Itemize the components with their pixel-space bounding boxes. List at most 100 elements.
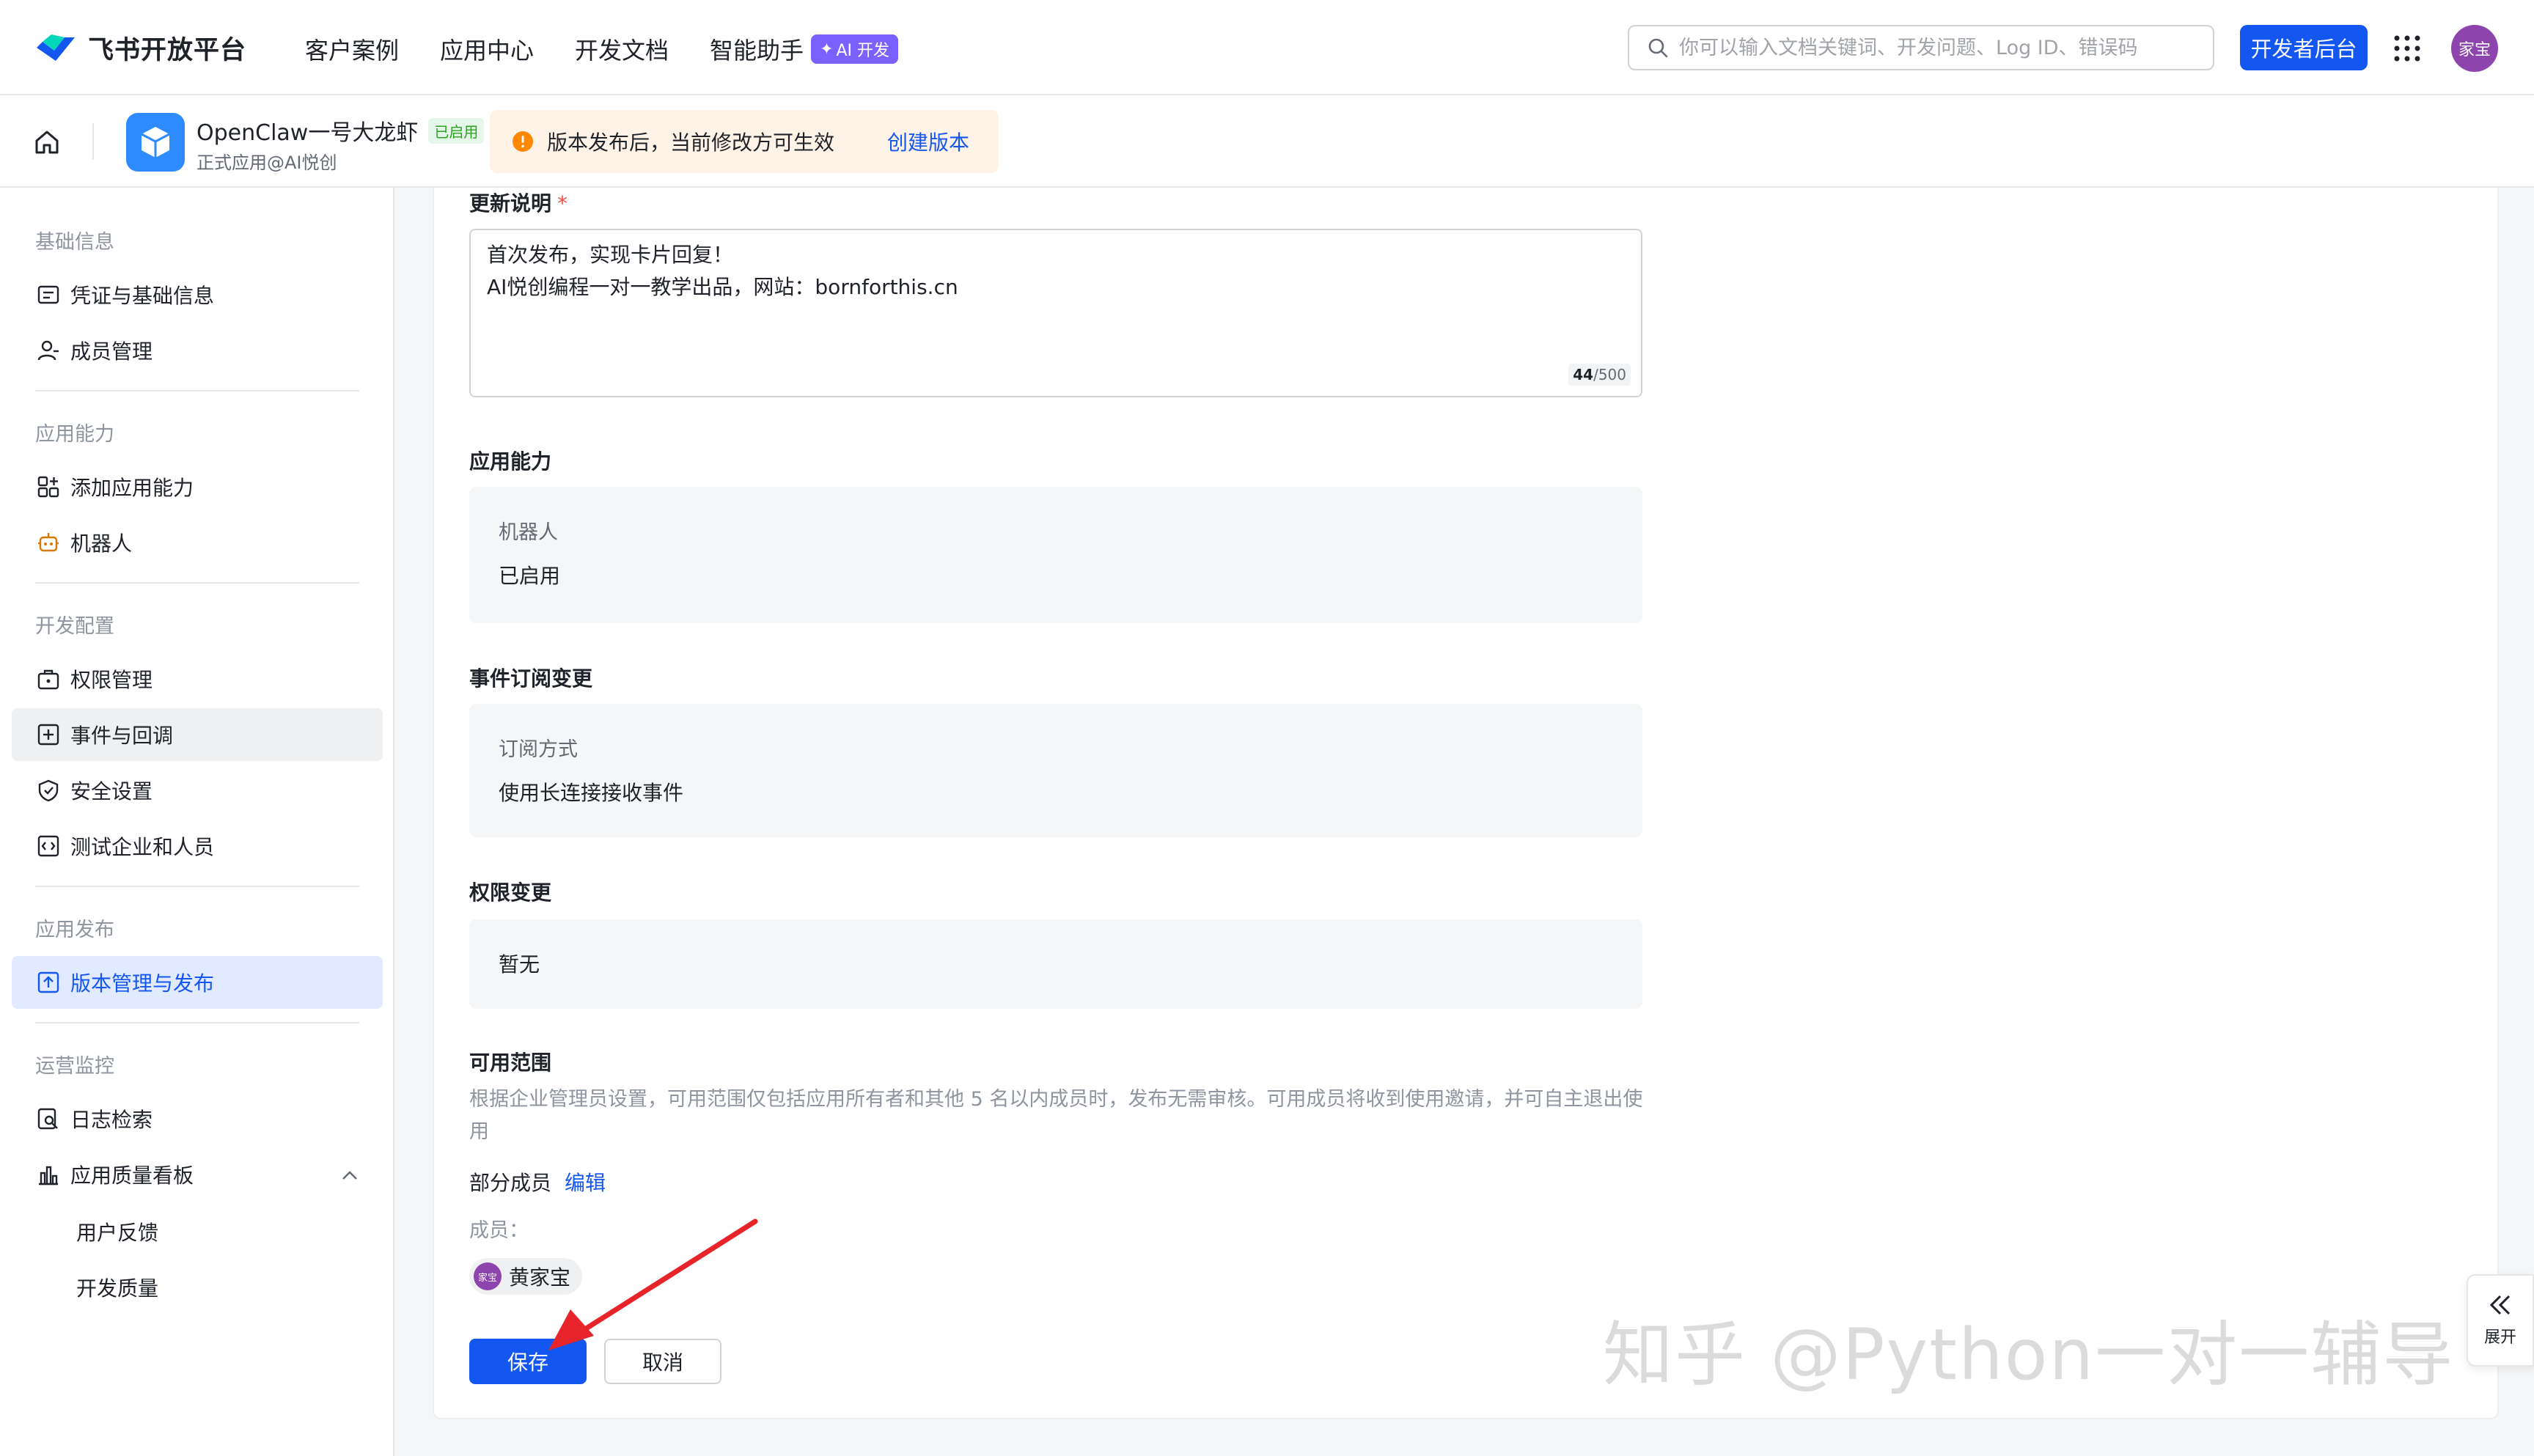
sidebar-item-events[interactable]: 事件与回调 [12,708,383,761]
sidebar-item-label: 机器人 [70,532,133,556]
sidebar-item-label: 日志检索 [70,1108,153,1132]
sidebar-item-label: 应用质量看板 [70,1163,194,1188]
update-notes-line: AI悦创编程一对一教学出品，网站：bornforthis.cn [487,275,958,299]
save-button[interactable]: 保存 [469,1339,587,1384]
version-notice: 版本发布后，当前修改方可生效 创建版本 [490,110,999,173]
sidebar-divider [35,582,359,584]
scope-type-label: 部分成员 [469,1171,552,1195]
search-input[interactable] [1679,36,2192,59]
briefcase-lock-icon [37,669,59,690]
code-box-icon [37,835,59,857]
sidebar-group-ops: 运营监控 [35,1055,114,1078]
upload-box-icon [37,971,59,993]
capability-key: 机器人 [499,521,558,544]
event-label: 事件订阅变更 [469,666,593,691]
sidebar-item-label: 事件与回调 [70,724,174,748]
sidebar-item-label: 测试企业和人员 [70,835,215,859]
developer-console-button[interactable]: 开发者后台 [2240,25,2368,70]
sidebar-item-label: 凭证与基础信息 [70,284,215,308]
sidebar-item-label: 添加应用能力 [70,476,194,500]
sidebar-item-security[interactable]: 安全设置 [12,764,383,817]
ai-dev-badge: ✦ AI 开发 [811,34,899,64]
nav-smart-assistant-label: 智能助手 [710,37,804,65]
char-counter: 44/500 [1568,364,1631,386]
sidebar-item-versions[interactable]: 版本管理与发布 [12,956,383,1009]
sidebar-item-test[interactable]: 测试企业和人员 [12,820,383,872]
members-label: 成员： [469,1219,529,1242]
search-icon [1648,38,1668,58]
sidebar: 基础信息 凭证与基础信息 成员管理 应用能力 添加应用能力 机器人 开发配置 权… [0,188,394,1456]
update-notes-label-text: 更新说明 [469,191,552,216]
expand-panel-button[interactable]: 展开 [2467,1274,2534,1367]
app-icon [126,113,185,172]
sidebar-group-basic: 基础信息 [35,231,114,254]
event-value: 使用长连接接收事件 [499,781,684,805]
brand-name: 飞书开放平台 [88,36,247,65]
nav-customer-cases[interactable]: 客户案例 [305,32,399,66]
sidebar-item-members[interactable]: 成员管理 [12,324,383,377]
top-navbar: 飞书开放平台 客户案例 应用中心 开发文档 智能助手 ✦ AI 开发 开发者后台… [0,0,2534,95]
update-notes-line: 首次发布，实现卡片回复！ [487,243,734,267]
capability-value: 已启用 [499,564,561,588]
shield-icon [38,779,59,802]
chevron-up-icon[interactable] [340,1169,359,1182]
sidebar-item-add-capability[interactable]: 添加应用能力 [12,460,383,513]
main-nav: 客户案例 应用中心 开发文档 智能助手 ✦ AI 开发 [305,32,939,66]
app-name-text: OpenClaw一号大龙虾 [197,120,419,146]
sidebar-item-label: 版本管理与发布 [70,971,215,996]
sidebar-item-label: 安全设置 [70,779,153,804]
log-search-icon [37,1108,58,1130]
nav-dev-docs[interactable]: 开发文档 [575,32,669,66]
sidebar-item-permissions[interactable]: 权限管理 [12,652,383,705]
nav-app-center[interactable]: 应用中心 [440,32,534,66]
version-form-panel: 更新说明 * 首次发布，实现卡片回复！ AI悦创编程一对一教学出品，网站：born… [433,188,2499,1419]
search-box[interactable] [1628,25,2214,70]
app-grid-icon[interactable] [2393,34,2421,62]
sidebar-item-label: 权限管理 [70,668,153,692]
watermark-text: 知乎 @Python一对一辅导 [1603,1314,2455,1396]
app-subtitle: 正式应用@AI悦创 [197,152,337,173]
char-count-max: /500 [1593,366,1626,383]
scope-description: 根据企业管理员设置，可用范围仅包括应用所有者和其他 5 名以内成员时，发布无需审… [469,1088,1643,1143]
update-notes-label: 更新说明 * [469,188,568,217]
id-card-icon [37,285,59,304]
member-name: 黄家宝 [509,1265,571,1290]
status-badge: 已启用 [428,117,485,144]
scope-edit-link[interactable]: 编辑 [565,1167,606,1196]
sidebar-item-quality[interactable]: 应用质量看板 [12,1148,383,1201]
app-header: OpenClaw一号大龙虾 已启用 正式应用@AI悦创 版本发布后，当前修改方可… [0,95,2534,188]
create-version-link[interactable]: 创建版本 [887,127,969,156]
nav-smart-assistant[interactable]: 智能助手 ✦ AI 开发 [710,32,899,66]
apps-add-icon [37,476,59,498]
expand-label: 展开 [2483,1328,2516,1347]
sidebar-item-label: 成员管理 [70,339,153,364]
cancel-button[interactable]: 取消 [604,1339,721,1384]
event-plus-icon [37,724,59,746]
permission-box: 暂无 [469,919,1642,1009]
char-count-current: 44 [1573,366,1594,383]
feishu-logo[interactable]: 飞书开放平台 [35,29,246,67]
header-divider [92,123,94,160]
notice-text: 版本发布后，当前修改方可生效 [547,130,835,155]
home-icon[interactable] [32,128,62,157]
member-chip[interactable]: 家宝 黄家宝 [469,1258,583,1295]
sidebar-divider [35,886,359,887]
permission-value: 暂无 [499,952,540,977]
scope-type: 部分成员 编辑 [469,1167,606,1196]
event-box: 订阅方式 使用长连接接收事件 [469,704,1642,837]
sidebar-group-dev: 开发配置 [35,615,114,638]
sidebar-item-credentials[interactable]: 凭证与基础信息 [12,268,383,321]
capability-label: 应用能力 [469,449,552,474]
sidebar-divider [35,1022,359,1023]
sidebar-item-feedback[interactable]: 用户反馈 [76,1217,158,1246]
warning-icon [513,131,533,152]
sidebar-item-bot[interactable]: 机器人 [12,516,383,569]
update-notes-textarea[interactable]: 首次发布，实现卡片回复！ AI悦创编程一对一教学出品，网站：bornforthi… [469,229,1642,397]
sidebar-item-dev-quality[interactable]: 开发质量 [76,1273,158,1302]
sidebar-item-logs[interactable]: 日志检索 [12,1092,383,1145]
ai-dev-badge-label: AI 开发 [836,42,890,60]
bar-chart-icon [39,1166,58,1185]
avatar: 家宝 [474,1262,502,1290]
user-avatar[interactable]: 家宝 [2451,25,2498,72]
robot-icon [38,533,59,552]
